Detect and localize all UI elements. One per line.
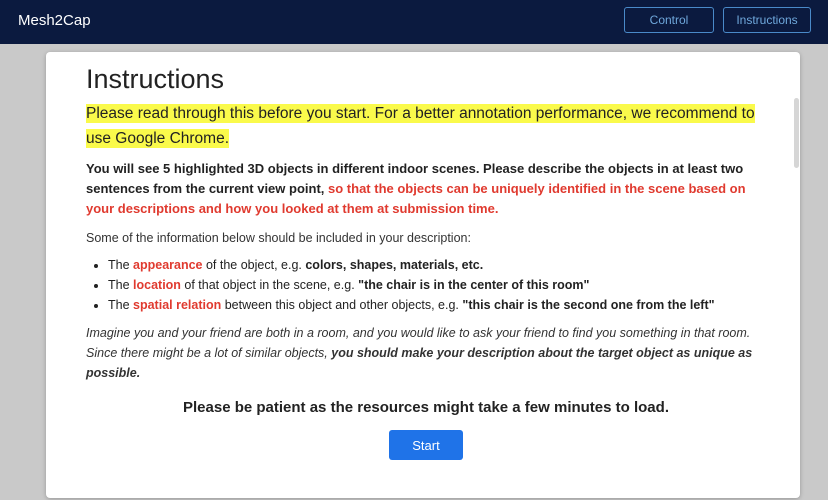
start-button[interactable]: Start (389, 430, 463, 460)
point-keyword: location (133, 278, 181, 292)
info-points-list: The appearance of the object, e.g. color… (86, 255, 766, 315)
top-navbar: Mesh2Cap Control Instructions (0, 0, 828, 44)
instructions-button[interactable]: Instructions (723, 7, 811, 33)
point-example: "the chair is in the center of this room… (358, 278, 590, 292)
point-prefix: The (108, 258, 134, 272)
list-item: The location of that object in the scene… (108, 275, 766, 295)
point-middle: between this object and other objects, e… (221, 298, 463, 312)
chrome-notice-text: Please read through this before you star… (86, 104, 755, 148)
point-example: colors, shapes, materials, etc. (305, 258, 484, 272)
brand-title[interactable]: Mesh2Cap (18, 12, 91, 29)
point-middle: of the object, e.g. (202, 258, 306, 272)
modal-content: Instructions Please read through this be… (86, 62, 766, 460)
point-keyword: appearance (133, 258, 203, 272)
patience-notice: Please be patient as the resources might… (183, 399, 669, 416)
control-button[interactable]: Control (624, 7, 714, 33)
point-keyword: spatial relation (133, 298, 222, 312)
imagine-paragraph: Imagine you and your friend are both in … (86, 323, 766, 383)
list-item: The appearance of the object, e.g. color… (108, 255, 766, 275)
chrome-notice: Please read through this before you star… (86, 101, 766, 151)
list-item: The spatial relation between this object… (108, 295, 766, 315)
scrollbar-thumb[interactable] (794, 98, 799, 168)
task-intro: You will see 5 highlighted 3D objects in… (86, 159, 766, 219)
info-lead: Some of the information below should be … (86, 231, 471, 245)
point-prefix: The (108, 278, 134, 292)
point-middle: of that object in the scene, e.g. (180, 278, 359, 292)
modal-title: Instructions (86, 64, 225, 94)
instructions-modal: Instructions Please read through this be… (46, 52, 800, 498)
point-example: "this chair is the second one from the l… (462, 298, 715, 312)
point-prefix: The (108, 298, 134, 312)
scrollbar[interactable] (792, 52, 800, 498)
